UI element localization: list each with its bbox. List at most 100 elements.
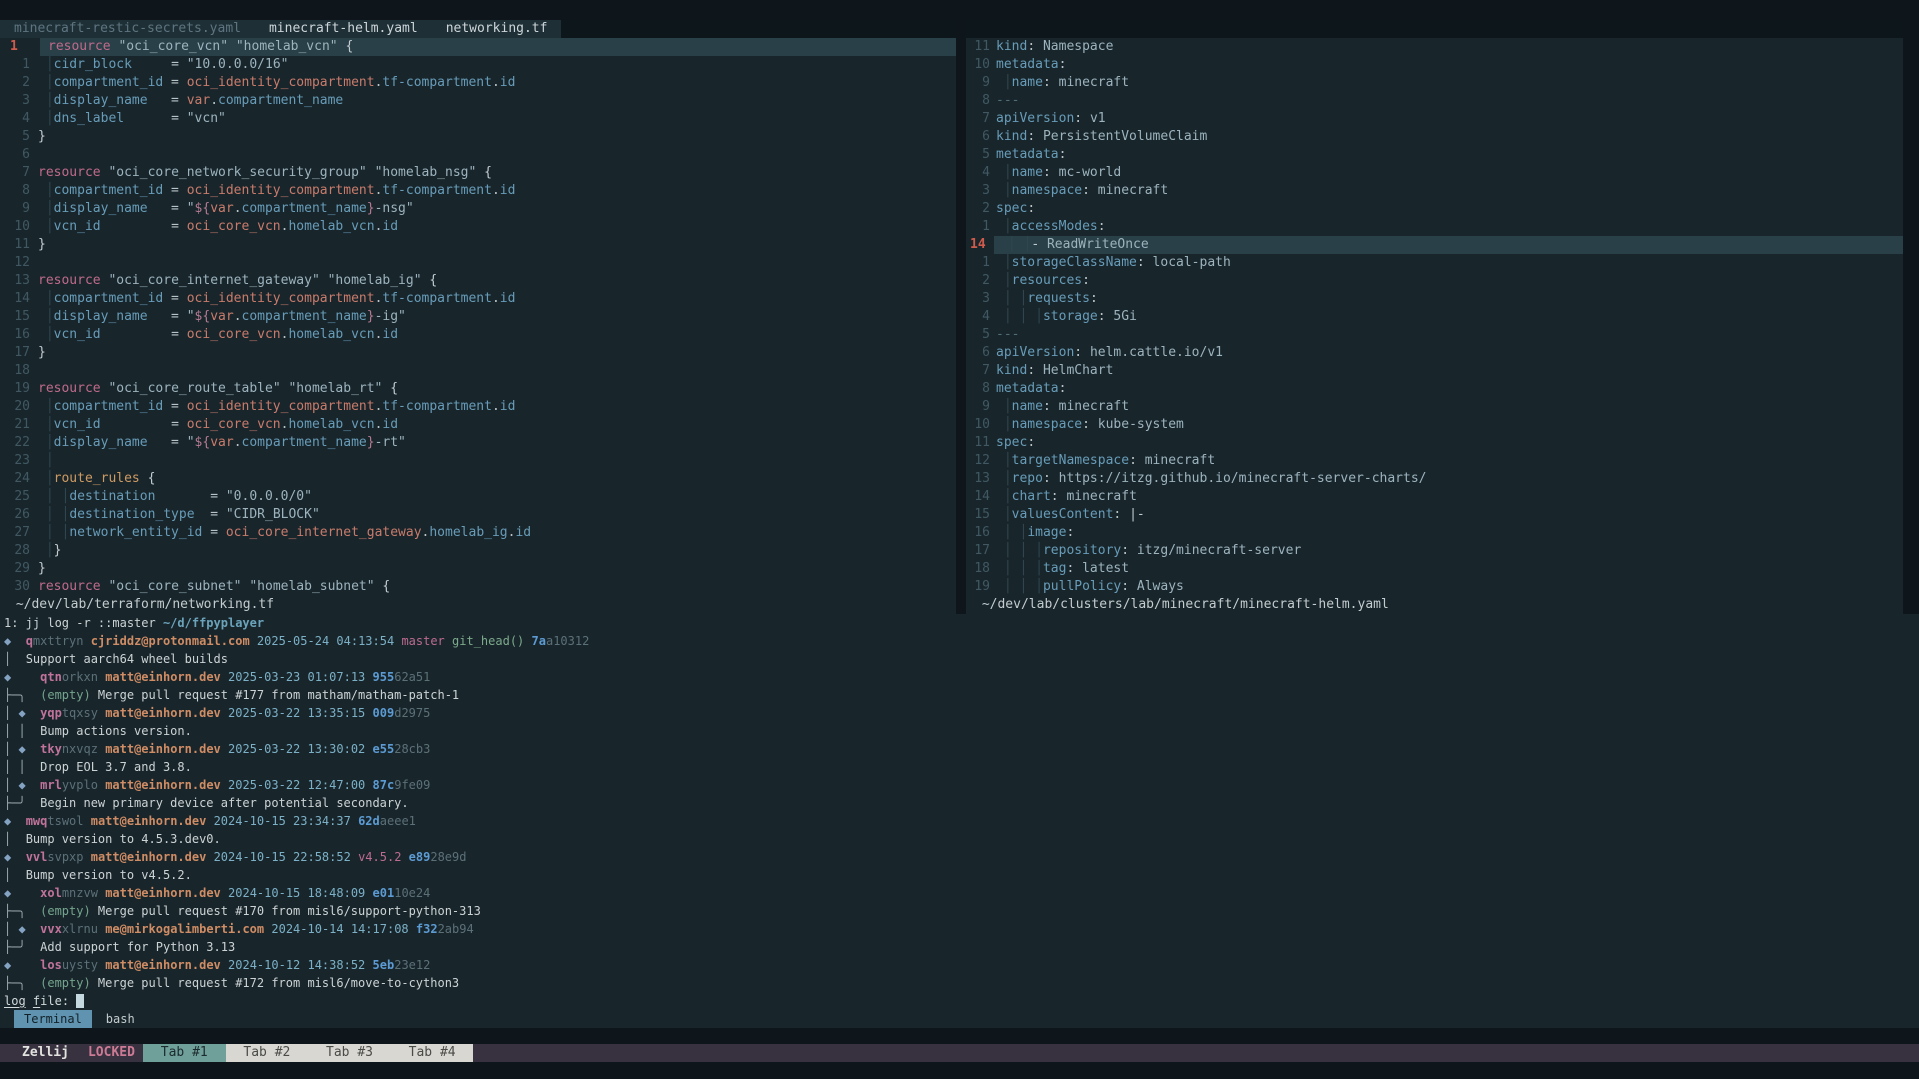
text-segment-t: :: [1059, 57, 1067, 72]
code-text: spec:: [990, 200, 1035, 218]
text-segment-cid: e01: [373, 886, 395, 900]
text-segment-cid: e89: [409, 850, 431, 864]
text-segment-chid: q: [26, 634, 33, 648]
prompt-input[interactable]: log file:: [0, 992, 1919, 1010]
text-segment-cdim: 2ab94: [438, 922, 474, 936]
text-segment-t: :: [1027, 201, 1035, 216]
zellij-tab-4[interactable]: Tab #4: [391, 1044, 474, 1062]
line-number: 26: [0, 506, 30, 524]
text-segment-t: .: [492, 75, 500, 90]
text-segment-chid: xol: [40, 886, 62, 900]
text-segment-g: │: [4, 652, 26, 666]
code-line: 7kind: HelmChart: [966, 362, 1903, 380]
terminal-mode-chip[interactable]: Terminal: [14, 1010, 92, 1028]
text-segment-prop: compartment_name: [242, 309, 367, 324]
code-line: 27 │ │network_entity_id = oci_core_inter…: [0, 524, 956, 542]
text-segment-t: =: [148, 201, 187, 216]
text-segment-g: [26, 742, 40, 756]
line-number: 12: [0, 254, 30, 272]
code-text: │storageClassName: local-path: [990, 254, 1231, 272]
buffer-tab-minecraft-helm.yaml[interactable]: minecraft-helm.yaml: [255, 20, 432, 38]
line-number: 17: [0, 344, 30, 362]
text-segment-val: https://itzg.github.io/minecraft-server-…: [1059, 471, 1427, 486]
jj-log-line: ◆ vvlsvpxp matt@einhorn.dev 2024-10-15 2…: [0, 848, 1919, 866]
text-segment-guide: │ │: [996, 291, 1027, 306]
editor-pane-terraform[interactable]: 1resource "oci_core_vcn" "homelab_vcn" {…: [0, 38, 956, 614]
text-segment-prop: spec: [996, 435, 1027, 450]
text-segment-prop: compartment_id: [54, 291, 164, 306]
text-segment-prop: valuesContent: [1012, 507, 1114, 522]
text-segment-t: :: [1098, 309, 1114, 324]
editor-pane-yaml[interactable]: 11kind: Namespace10metadata:9 │name: min…: [966, 20, 1903, 632]
code-text: resource "oci_core_vcn" "homelab_vcn" {: [40, 38, 956, 56]
text-segment-email: matt@einhorn.dev: [105, 670, 221, 684]
zellij-tab-3[interactable]: Tab #3: [308, 1044, 391, 1062]
text-segment-ref: oci_core_vcn: [187, 219, 281, 234]
text-segment-cdim: nxvqz: [62, 742, 98, 756]
code-text: │display_name = "${var.compartment_name}…: [30, 434, 406, 452]
code-text: }: [30, 128, 46, 146]
text-segment-t: :: [1043, 75, 1059, 90]
text-segment-t: :: [1082, 273, 1090, 288]
text-segment-node: ◆: [18, 706, 25, 720]
text-segment-t: :: [1027, 129, 1043, 144]
code-text: resource "oci_core_subnet" "homelab_subn…: [30, 578, 390, 596]
code-text: metadata:: [990, 380, 1066, 398]
code-line: 12 │targetNamespace: minecraft: [966, 452, 1903, 470]
text-segment-ref: var: [210, 201, 233, 216]
text-segment-t: [228, 39, 236, 54]
buffer-tab-networking.tf[interactable]: networking.tf: [432, 20, 562, 38]
text-segment-str: "CIDR_BLOCK": [226, 507, 320, 522]
text-segment-desc: Merge pull request #170 from misl6/suppo…: [91, 904, 481, 918]
text-segment-t: .: [234, 435, 242, 450]
text-segment-prop: compartment_id: [54, 183, 164, 198]
text-segment-node: ◆: [18, 742, 25, 756]
code-text: │vcn_id = oci_core_vcn.homelab_vcn.id: [30, 326, 398, 344]
code-text: │display_name = var.compartment_name: [30, 92, 343, 110]
text-segment-email: cjriddz@protonmail.com: [91, 634, 250, 648]
line-number: 1: [0, 56, 30, 74]
text-segment-kw: resource: [38, 381, 101, 396]
text-segment-prop: storageClassName: [1012, 255, 1137, 270]
jj-log-line: ◆ xolmnzvw matt@einhorn.dev 2024-10-15 1…: [0, 884, 1919, 902]
text-segment-t: :: [1066, 525, 1074, 540]
text-segment-prop: name: [1012, 75, 1043, 90]
line-number: 4: [966, 308, 990, 326]
code-text: │compartment_id = oci_identity_compartme…: [30, 182, 515, 200]
text-segment-prop: kind: [996, 39, 1027, 54]
buffer-tab-minecraft-restic-secrets.yaml[interactable]: minecraft-restic-secrets.yaml: [0, 20, 255, 38]
text-segment-punc: }: [38, 237, 46, 252]
text-segment-t: =: [195, 507, 226, 522]
code-area-yaml[interactable]: 11kind: Namespace10metadata:9 │name: min…: [966, 38, 1903, 596]
text-segment-guide: │: [996, 453, 1012, 468]
line-number: 3: [966, 290, 990, 308]
text-segment-cid: 62d: [358, 814, 380, 828]
code-line: 22 │display_name = "${var.compartment_na…: [0, 434, 956, 452]
zellij-tab-1[interactable]: Tab #1: [143, 1044, 226, 1062]
code-area-terraform[interactable]: 1resource "oci_core_vcn" "homelab_vcn" {…: [0, 38, 956, 596]
jj-log-line: │ ◆ yqptqxsy matt@einhorn.dev 2025-03-22…: [0, 704, 1919, 722]
code-line: 16 │ │image:: [966, 524, 1903, 542]
terminal-footer: Terminal bash: [0, 1010, 1919, 1028]
text-segment-cid: 955: [373, 670, 395, 684]
terminal-pane[interactable]: 1: jj log -r ::master ~/d/ffpyplayer ◆ q…: [0, 614, 1919, 1028]
text-segment-prop: compartment_id: [54, 399, 164, 414]
text-segment-str: "homelab_ig": [328, 273, 422, 288]
text-segment-prop: display_name: [54, 435, 148, 450]
text-segment-t: :: [1129, 453, 1145, 468]
line-number: 1: [0, 38, 40, 56]
text-segment-t: =: [132, 57, 187, 72]
text-segment-prop: homelab_ig: [429, 525, 507, 540]
text-segment-punc: {: [484, 165, 492, 180]
code-text: │vcn_id = oci_core_vcn.homelab_vcn.id: [30, 218, 398, 236]
code-text: │ │ │storage: 5Gi: [990, 308, 1137, 326]
text-segment-cid: e55: [373, 742, 395, 756]
text-segment-guide: │: [38, 471, 54, 486]
text-segment-chid: vvx: [40, 922, 62, 936]
line-number: 8: [0, 182, 30, 200]
code-line: 4 │dns_label = "vcn": [0, 110, 956, 128]
code-text: │}: [30, 542, 61, 560]
zellij-tab-2[interactable]: Tab #2: [226, 1044, 309, 1062]
text-segment-cdim: 23e12: [394, 958, 430, 972]
line-number: 5: [966, 326, 990, 344]
